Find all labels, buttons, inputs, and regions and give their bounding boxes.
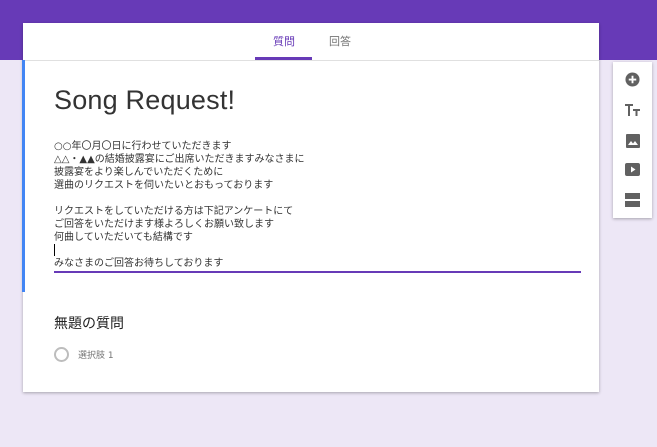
tab-responses[interactable]: 回答 (329, 33, 351, 49)
description-line: 披露宴をより楽しんでいただくために (54, 167, 224, 178)
text-caret (54, 244, 55, 256)
side-toolbar (613, 62, 652, 218)
add-question-icon[interactable] (624, 71, 641, 88)
focus-indicator (22, 60, 25, 292)
form-card: 質問 回答 Song Request! ○○年〇月〇日に行わせていただきます △… (22, 23, 599, 392)
form-description-input[interactable]: ○○年〇月〇日に行わせていただきます △△・▲▲の結婚披露宴にご出席いただきます… (54, 140, 581, 273)
active-tab-indicator (255, 57, 312, 60)
description-line: リクエストをしていただける方は下記アンケートにて (54, 206, 294, 217)
add-section-icon[interactable] (624, 191, 641, 208)
add-title-icon[interactable] (624, 101, 641, 118)
description-line: ○○年〇月〇日に行わせていただきます (54, 141, 232, 152)
tab-questions[interactable]: 質問 (273, 33, 295, 49)
description-line: みなさまのご回答お待ちしております (54, 258, 224, 269)
option-label: 選択肢 1 (78, 351, 114, 361)
description-line: 選曲のリクエストを伺いたいとおもっております (54, 180, 274, 191)
tab-bar: 質問 回答 (23, 23, 599, 61)
add-video-icon[interactable] (624, 161, 641, 178)
description-line: ご回答をいただけます様よろしくお願い致します (54, 219, 274, 230)
text-caret-line (54, 244, 581, 257)
radio-icon[interactable] (54, 347, 69, 362)
description-line: 何曲していただいても結構です (54, 232, 193, 243)
description-line: △△・▲▲の結婚披露宴にご出席いただきますみなさまに (54, 154, 305, 165)
description-line (54, 192, 581, 205)
choice-option[interactable]: 選択肢 1 (54, 347, 114, 362)
question-title[interactable]: 無題の質問 (54, 313, 124, 333)
form-title[interactable]: Song Request! (54, 85, 235, 116)
add-image-icon[interactable] (624, 132, 641, 149)
